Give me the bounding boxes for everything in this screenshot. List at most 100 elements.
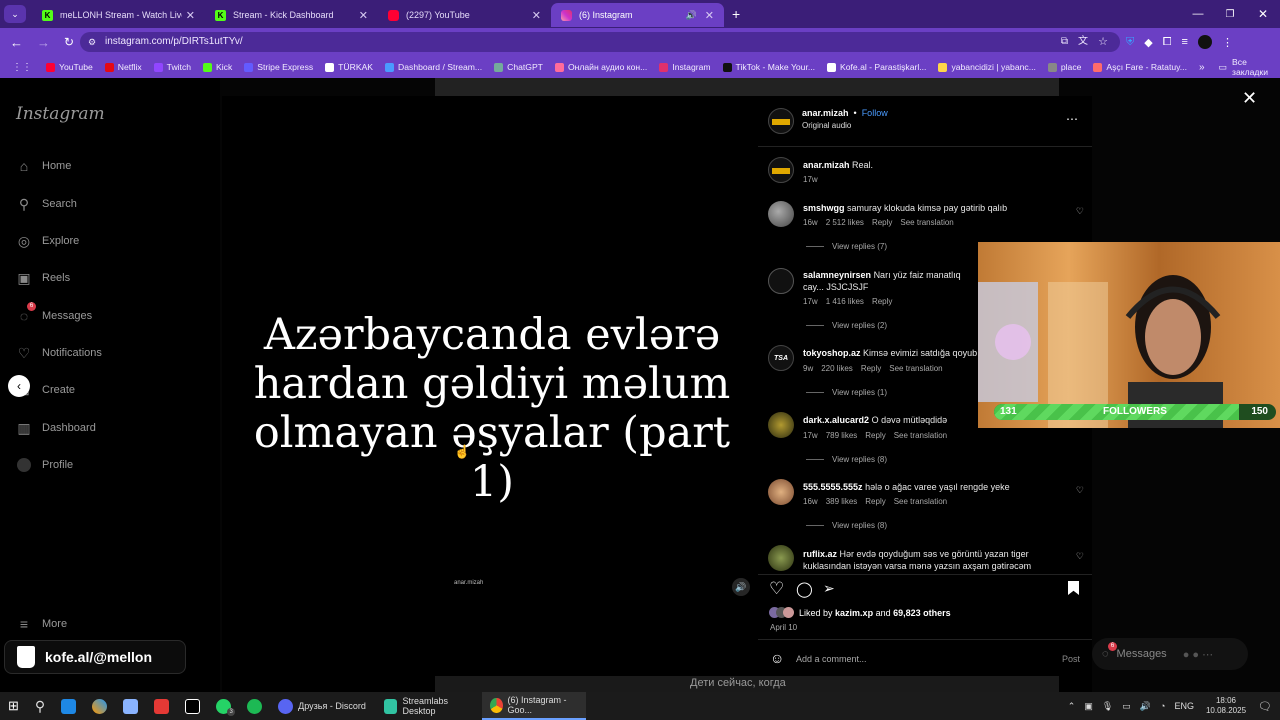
bookmark-item[interactable]: Instagram	[659, 62, 711, 72]
close-icon[interactable]: ✕	[186, 9, 195, 22]
share-send-icon[interactable]: ➢	[823, 580, 835, 597]
close-modal-icon[interactable]: ✕	[1242, 88, 1257, 109]
bookmark-item[interactable]: TikTok - Make Your...	[722, 62, 815, 72]
author-username[interactable]: anar.mizah	[802, 108, 849, 118]
bookmark-star-icon[interactable]: ☆	[1098, 32, 1108, 52]
liked-by-user[interactable]: kazim.xp	[835, 608, 873, 618]
follow-button[interactable]: Follow	[862, 108, 888, 118]
comment-avatar[interactable]	[768, 268, 794, 294]
view-replies-button[interactable]: View replies (1)	[806, 388, 887, 397]
taskbar-app-capcut[interactable]	[177, 692, 208, 720]
more-options-icon[interactable]: ⋯	[1066, 112, 1078, 126]
reel-video[interactable]: Azərbaycanda evlərə hardan gəldiyi məlum…	[222, 96, 758, 692]
bookmark-item[interactable]: Netflix	[104, 62, 142, 72]
bookmark-item[interactable]: Dashboard / Stream...	[385, 62, 482, 72]
nav-profile[interactable]: Profile	[16, 457, 73, 473]
bookmark-item[interactable]: TÜRKAK	[325, 62, 373, 72]
all-bookmarks-folder[interactable]: ▭ Все закладки	[1219, 57, 1270, 77]
bookmark-item[interactable]: Kofe.al - Parastişkarl...	[827, 62, 926, 72]
reply-button[interactable]: Reply	[865, 497, 885, 506]
search-button[interactable]: ⚲	[27, 692, 53, 720]
emoji-icon[interactable]: ☺	[770, 650, 784, 666]
comment-username[interactable]: salamneynirsen	[803, 270, 871, 280]
comment-bubble-icon[interactable]: ◯	[796, 580, 813, 598]
shield-extension-icon[interactable]: ⛨	[1126, 36, 1134, 49]
bookmark-item[interactable]: ChatGPT	[494, 62, 543, 72]
microphone-icon[interactable]: 🎙	[1102, 701, 1113, 712]
see-translation-link[interactable]: See translation	[900, 218, 953, 227]
reply-button[interactable]: Reply	[872, 218, 892, 227]
nav-explore[interactable]: ◎ Explore	[16, 233, 79, 249]
taskbar-app-spotify[interactable]	[239, 692, 270, 720]
comment-like-heart-icon[interactable]: ♡	[1076, 206, 1084, 217]
audio-label[interactable]: Original audio	[802, 121, 851, 130]
comment-likes[interactable]: 220 likes	[821, 364, 853, 373]
comment-username[interactable]: ruflix.az	[803, 549, 837, 559]
site-info-icon[interactable]: ⚙	[88, 32, 96, 52]
language-indicator[interactable]: ENG	[1174, 701, 1194, 711]
start-button[interactable]: ⊞	[0, 692, 27, 720]
taskbar-app-streamlabs[interactable]: Streamlabs Desktop	[376, 692, 482, 720]
previous-post-button[interactable]: ‹	[8, 375, 30, 397]
taskbar-app-store[interactable]	[115, 692, 146, 720]
back-arrow-icon[interactable]: ←	[10, 35, 23, 50]
notification-center-icon[interactable]: 🗨	[1258, 700, 1272, 713]
instagram-logo[interactable]: Instagram	[16, 104, 105, 124]
comment-avatar[interactable]	[768, 412, 794, 438]
diamond-extension-icon[interactable]: ◆	[1144, 36, 1152, 49]
author-avatar[interactable]	[768, 157, 794, 183]
puzzle-extensions-icon[interactable]: ⧠	[1163, 36, 1172, 49]
tray-app-icon[interactable]: ▣	[1084, 701, 1093, 712]
clock[interactable]: 18:06 10.08.2025	[1206, 696, 1246, 716]
comment-likes[interactable]: 2 512 likes	[826, 218, 864, 227]
reply-button[interactable]: Reply	[865, 431, 885, 440]
profile-avatar-icon[interactable]	[1197, 35, 1212, 49]
comment-username[interactable]: 555.5555.555z	[803, 482, 863, 492]
see-translation-link[interactable]: See translation	[894, 431, 947, 440]
apps-grid-icon[interactable]: ⋮⋮	[12, 62, 32, 73]
comment-username[interactable]: tokyoshop.az	[803, 348, 861, 358]
nav-dashboard[interactable]: ▥ Dashboard	[16, 420, 95, 436]
speaker-icon[interactable]: 🔊	[686, 10, 697, 21]
see-translation-link[interactable]: See translation	[889, 364, 942, 373]
comment-likes[interactable]: 389 likes	[826, 497, 858, 506]
post-comment-button[interactable]: Post	[1062, 654, 1080, 664]
close-icon[interactable]: ✕	[705, 9, 714, 22]
view-replies-button[interactable]: View replies (2)	[806, 321, 887, 330]
bookmark-item[interactable]: Kick	[203, 62, 232, 72]
tab-instagram[interactable]: (6) Instagram 🔊 ✕	[551, 3, 724, 27]
add-comment-input[interactable]: Add a comment...	[796, 654, 867, 664]
taskbar-app-explorer[interactable]	[53, 692, 84, 720]
comment-avatar[interactable]	[768, 545, 794, 571]
reply-button[interactable]: Reply	[872, 297, 892, 306]
tray-misc-icon[interactable]: ◔	[1160, 701, 1165, 711]
kebab-menu-icon[interactable]: ⋮	[1222, 36, 1233, 49]
view-replies-button[interactable]: View replies (7)	[806, 242, 887, 251]
new-tab-button[interactable]: +	[732, 6, 740, 22]
comment-like-heart-icon[interactable]: ♡	[1076, 551, 1084, 562]
taskbar-app-copilot[interactable]	[84, 692, 115, 720]
install-icon[interactable]: ⧉	[1061, 32, 1068, 52]
translate-icon[interactable]: 文	[1078, 32, 1088, 52]
taskbar-app-media[interactable]	[146, 692, 177, 720]
bookmarks-overflow-icon[interactable]: »	[1199, 62, 1205, 73]
save-bookmark-icon[interactable]	[1068, 581, 1079, 595]
see-translation-link[interactable]: See translation	[894, 497, 947, 506]
nav-reels[interactable]: ▣ Reels	[16, 270, 70, 286]
close-icon[interactable]: ✕	[532, 9, 541, 22]
nav-notifications[interactable]: ♡ Notifications	[16, 345, 102, 361]
reply-button[interactable]: Reply	[861, 364, 881, 373]
bookmark-item[interactable]: Онлайн аудио кон...	[554, 62, 647, 72]
taskbar-app-chrome[interactable]: (6) Instagram - Goo...	[482, 692, 587, 720]
tab-youtube[interactable]: (2297) YouTube ✕	[378, 3, 551, 27]
tab-search-button[interactable]: ⌄	[4, 5, 26, 23]
taskbar-app-whatsapp[interactable]: 3	[208, 692, 239, 720]
comment-username[interactable]: dark.x.alucard2	[803, 415, 869, 425]
address-bar[interactable]: ⚙ instagram.com/p/DIRTs1utTYv/ ⧉ 文 ☆	[80, 32, 1120, 52]
tab-kick-watch[interactable]: K meLLONH Stream - Watch Live ✕	[32, 3, 205, 27]
speaker-icon[interactable]: 🔊	[1140, 701, 1151, 712]
nav-search[interactable]: ⚲ Search	[16, 196, 77, 212]
nav-messages[interactable]: ◌ 6 Messages	[16, 302, 92, 324]
bookmark-item[interactable]: Stripe Express	[244, 62, 313, 72]
bookmark-item[interactable]: Twitch	[153, 62, 191, 72]
